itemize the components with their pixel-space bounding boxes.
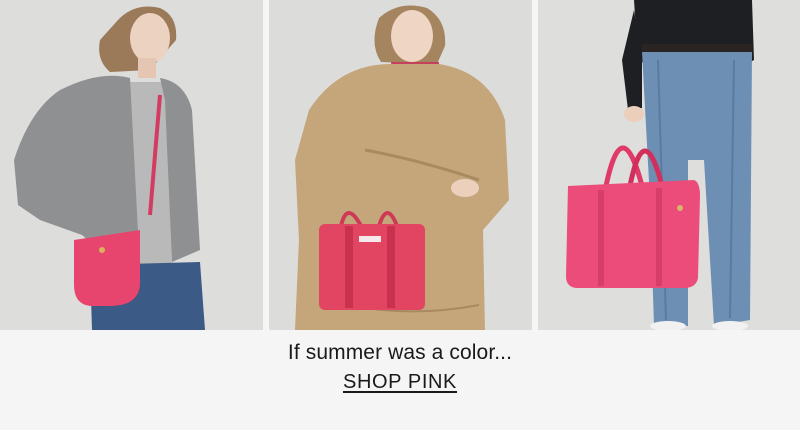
promo-headline: If summer was a color...	[287, 341, 513, 364]
shop-pink-link[interactable]: SHOP PINK	[343, 371, 457, 394]
summer-pink-promo: If summer was a color... SHOP PINK	[0, 0, 800, 430]
model-duffel-bag-photo[interactable]	[538, 0, 800, 330]
model-crossbody-bag-photo[interactable]	[0, 0, 263, 330]
crossbody-photo-art	[0, 0, 263, 330]
photo-row	[0, 0, 800, 330]
tote-photo-art	[269, 0, 532, 330]
duffel-photo-art	[538, 0, 800, 330]
model-tote-bag-photo[interactable]	[269, 0, 532, 330]
promo-caption: If summer was a color... SHOP PINK	[0, 330, 800, 430]
